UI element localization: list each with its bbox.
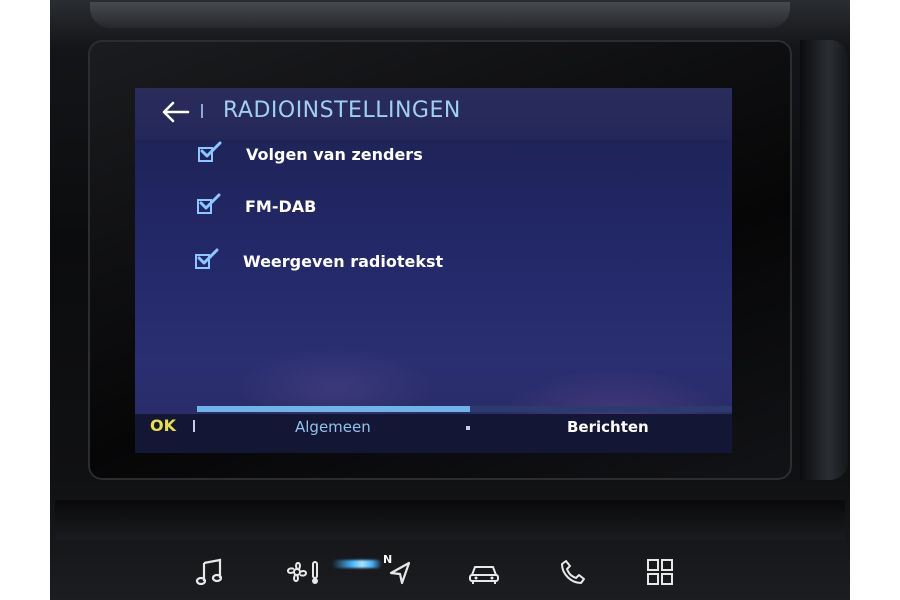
- music-note-icon: [195, 558, 223, 586]
- checkbox-weergeven-radiotekst[interactable]: [195, 248, 219, 271]
- title-bar: RADIOINSTELLINGEN: [135, 88, 732, 140]
- option-label: FM-DAB: [245, 196, 317, 216]
- hw-button-apps[interactable]: [638, 552, 682, 592]
- option-fm-dab[interactable]: FM-DAB: [197, 193, 317, 216]
- hw-button-music[interactable]: [188, 552, 232, 592]
- tab-progress-fill: [197, 406, 470, 412]
- image-margin-right: [850, 0, 900, 600]
- hw-button-climate[interactable]: [280, 552, 324, 592]
- ok-separator: [193, 420, 195, 432]
- dashboard-right-trim: [800, 40, 848, 480]
- infotainment-screen: RADIOINSTELLINGEN Volgen van zenders FM-…: [135, 88, 732, 453]
- dashboard-top-trim: [90, 2, 790, 28]
- tab-algemeen[interactable]: Algemeen: [295, 418, 371, 436]
- option-label: Weergeven radiotekst: [243, 251, 444, 271]
- bottom-bar: OK Algemeen Berichten: [135, 414, 732, 453]
- option-weergeven-radiotekst[interactable]: Weergeven radiotekst: [195, 248, 444, 271]
- checkbox-volgen-van-zenders[interactable]: [198, 141, 222, 164]
- tab-separator-dot: [466, 426, 470, 430]
- nav-glow-indicator: [332, 560, 382, 568]
- checkbox-fm-dab[interactable]: [197, 193, 221, 216]
- tab-progress-track: [197, 406, 732, 412]
- option-volgen-van-zenders[interactable]: Volgen van zenders: [198, 141, 423, 164]
- checkmark-icon: [199, 193, 221, 210]
- hw-button-vehicle[interactable]: [462, 552, 506, 592]
- car-icon: [469, 566, 499, 584]
- tab-berichten[interactable]: Berichten: [567, 418, 649, 436]
- image-margin-left: [0, 0, 50, 600]
- phone-icon: [561, 560, 585, 584]
- hw-button-navigation[interactable]: [378, 552, 422, 592]
- title-separator: [201, 104, 203, 118]
- hw-button-phone[interactable]: [550, 552, 594, 592]
- dashboard-lower-trim: [55, 500, 845, 540]
- page-title: RADIOINSTELLINGEN: [223, 98, 461, 123]
- arrow-left-icon: [162, 101, 190, 123]
- checkmark-icon: [197, 248, 219, 265]
- navigation-icon: [389, 561, 411, 585]
- checkmark-icon: [200, 141, 222, 158]
- climate-fan-icon: [287, 561, 318, 584]
- ok-button[interactable]: OK: [150, 416, 176, 435]
- option-label: Volgen van zenders: [246, 144, 423, 164]
- apps-grid-icon: [647, 559, 673, 585]
- back-button[interactable]: [157, 94, 193, 130]
